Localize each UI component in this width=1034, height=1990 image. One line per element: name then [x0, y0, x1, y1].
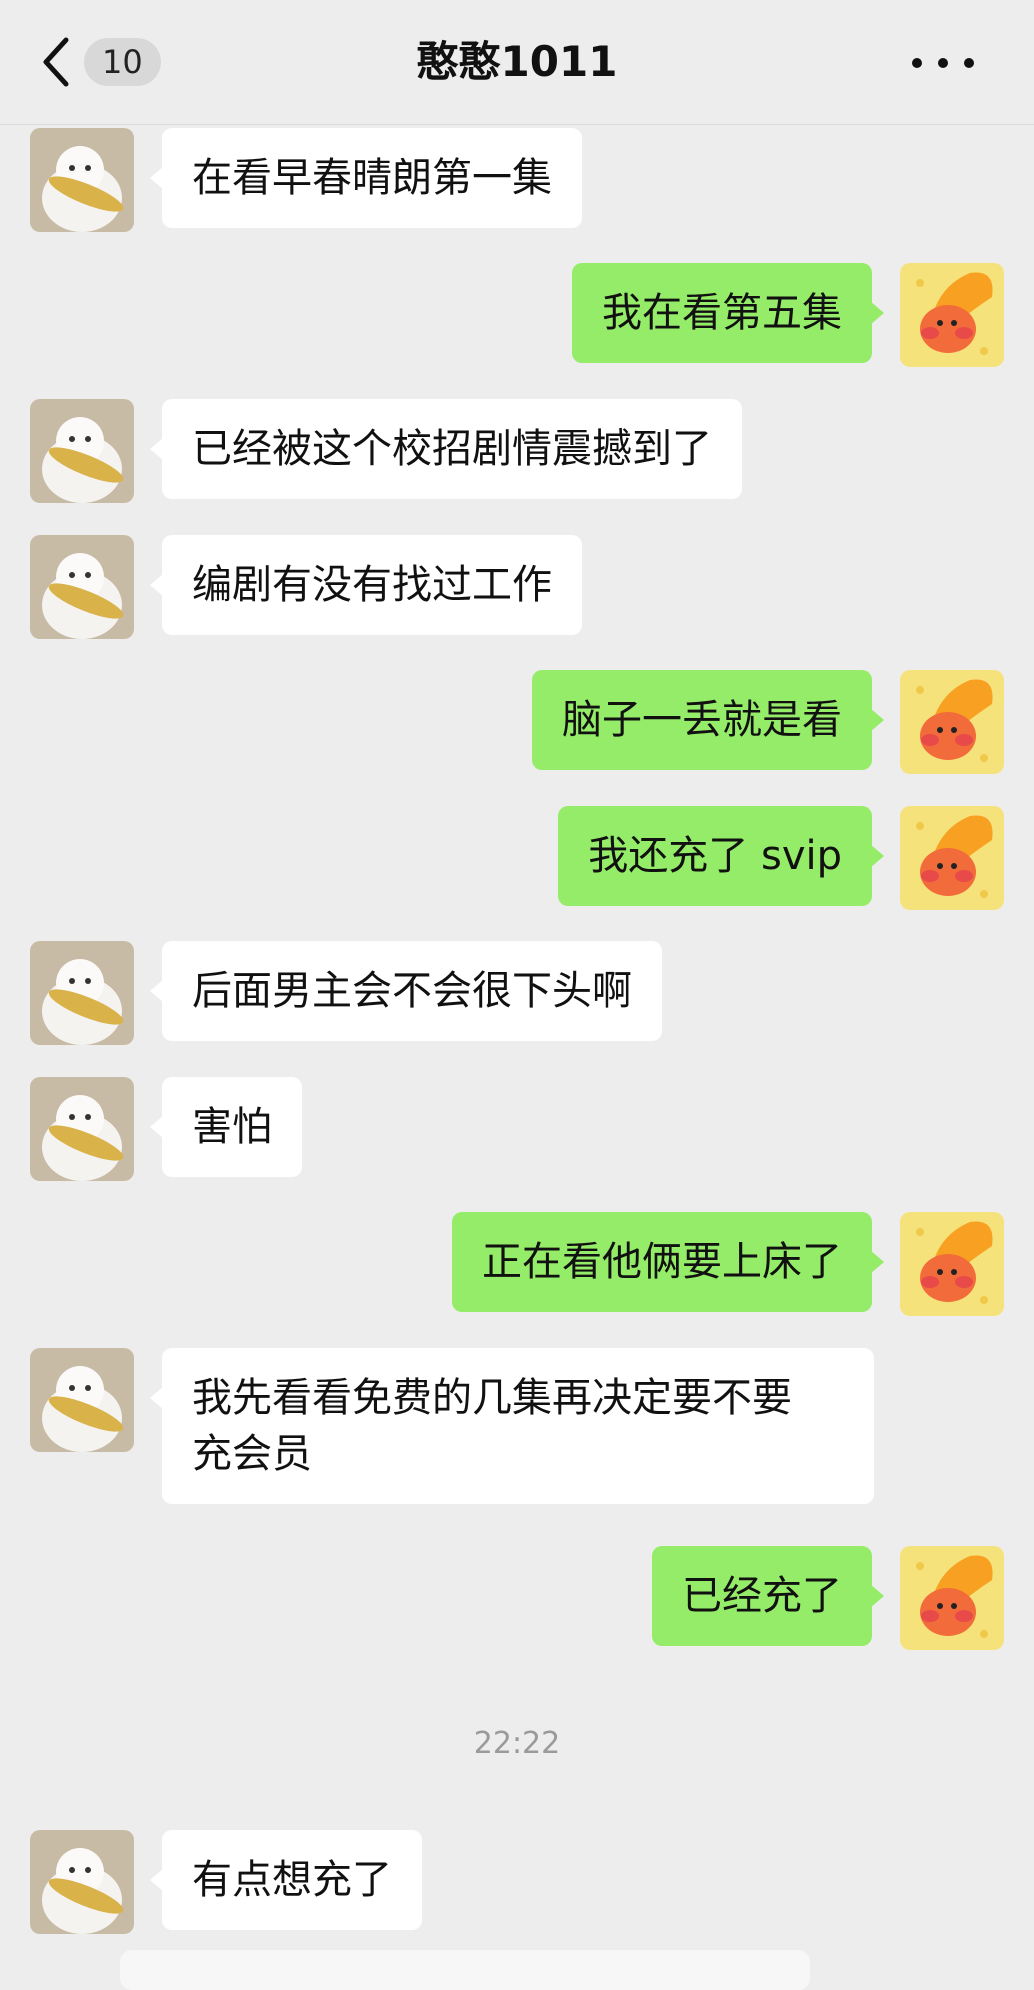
contact-avatar[interactable]: [30, 535, 134, 639]
self-avatar[interactable]: [900, 670, 1004, 774]
message-bubble[interactable]: 已经充了: [652, 1546, 884, 1646]
self-avatar[interactable]: [900, 1212, 1004, 1316]
more-dot-icon: [912, 58, 922, 68]
message-bubble[interactable]: 正在看他俩要上床了: [452, 1212, 884, 1312]
message-bubble[interactable]: 我先看看免费的几集再决定要不要 充会员: [150, 1348, 874, 1504]
more-dot-icon: [964, 58, 974, 68]
chat-header: 10 憨憨1011: [0, 0, 1034, 125]
self-avatar[interactable]: [900, 263, 1004, 367]
contact-avatar[interactable]: [30, 128, 134, 232]
message-bubble[interactable]: 编剧有没有找过工作: [150, 535, 582, 635]
contact-avatar[interactable]: [30, 1830, 134, 1934]
self-avatar[interactable]: [900, 1546, 1004, 1650]
message-bubble[interactable]: 我还充了 svip: [558, 806, 884, 906]
contact-avatar[interactable]: [30, 399, 134, 503]
more-dot-icon: [938, 58, 948, 68]
message-bubble[interactable]: 脑子一丢就是看: [532, 670, 884, 770]
self-avatar[interactable]: [900, 806, 1004, 910]
more-options-button[interactable]: [902, 44, 984, 80]
message-bubble[interactable]: 在看早春晴朗第一集: [150, 128, 582, 228]
input-bar-edge[interactable]: [120, 1950, 810, 1990]
contact-avatar[interactable]: [30, 1077, 134, 1181]
contact-avatar[interactable]: [30, 1348, 134, 1452]
message-bubble[interactable]: 有点想充了: [150, 1830, 422, 1930]
timestamp-label: 22:22: [473, 1726, 561, 1761]
message-bubble[interactable]: 已经被这个校招剧情震撼到了: [150, 399, 742, 499]
message-bubble[interactable]: 害怕: [150, 1077, 302, 1177]
message-bubble[interactable]: 后面男主会不会很下头啊: [150, 941, 662, 1041]
chat-title: 憨憨1011: [416, 37, 618, 86]
contact-avatar[interactable]: [30, 941, 134, 1045]
message-bubble[interactable]: 我在看第五集: [572, 263, 884, 363]
